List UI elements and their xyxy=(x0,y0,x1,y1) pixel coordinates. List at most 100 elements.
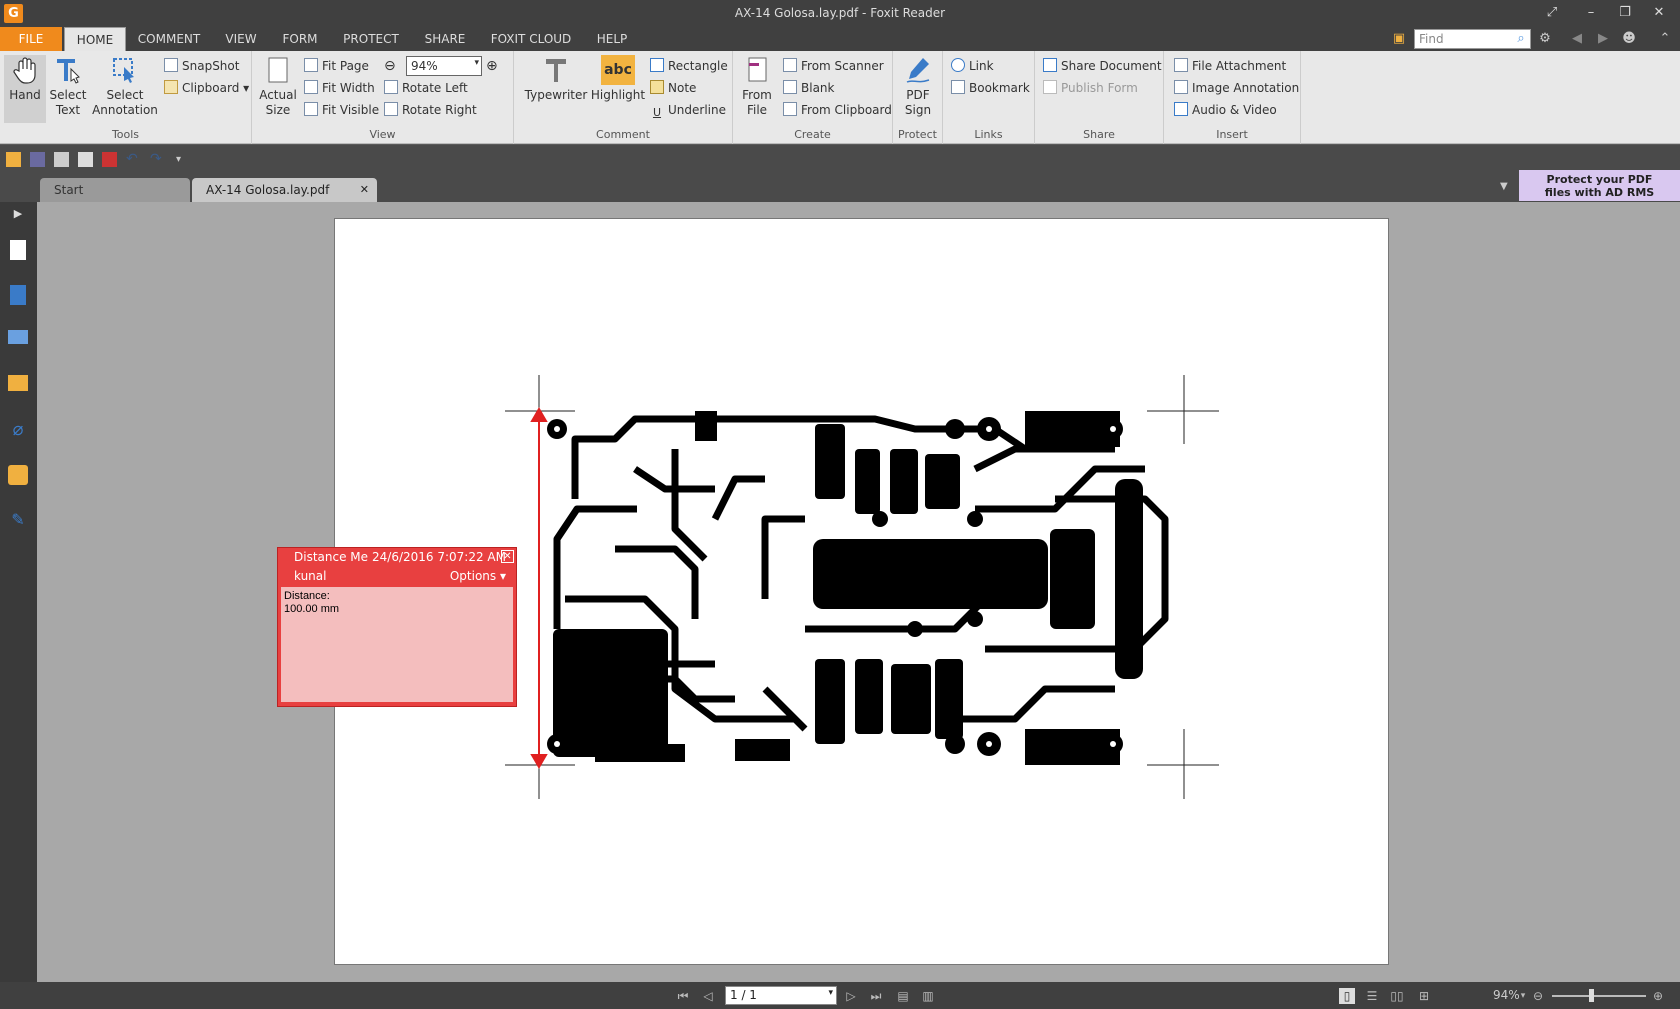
continuous-icon[interactable]: ☰ xyxy=(1364,988,1380,1004)
tab-help[interactable]: HELP xyxy=(591,27,633,51)
close-tab-icon[interactable]: ✕ xyxy=(360,178,369,202)
user-icon[interactable]: ☻ xyxy=(1620,30,1638,48)
rms-promo-banner[interactable]: Protect your PDF files with AD RMS xyxy=(1519,170,1680,201)
tab-share[interactable]: SHARE xyxy=(419,27,471,51)
last-page-icon[interactable]: ⏭ xyxy=(868,988,884,1004)
zoom-slider-handle[interactable] xyxy=(1589,989,1594,1002)
redo-icon[interactable]: ↷ xyxy=(150,152,165,167)
tab-view[interactable]: VIEW xyxy=(218,27,264,51)
lock-icon[interactable] xyxy=(8,465,28,485)
note-button[interactable]: Note xyxy=(650,79,696,97)
first-page-icon[interactable]: ⏮ xyxy=(675,988,691,1004)
rotate-left-button[interactable]: Rotate Left xyxy=(384,79,468,97)
note-options-menu[interactable]: Options ▾ xyxy=(450,569,506,583)
close-icon[interactable]: ✕ xyxy=(501,550,514,563)
tabs-dropdown-icon[interactable]: ▼ xyxy=(1500,181,1508,192)
bookmark-button[interactable]: Bookmark xyxy=(951,79,1030,97)
from-scanner-button[interactable]: From Scanner xyxy=(783,57,884,75)
view-group: Actual Size Fit Page Fit Width Fit Visibl… xyxy=(252,51,514,144)
rectangle-button[interactable]: Rectangle xyxy=(650,57,728,75)
file-attachment-button[interactable]: File Attachment xyxy=(1174,57,1286,75)
fit-page-button[interactable]: Fit Page xyxy=(304,57,369,75)
attachments-icon[interactable]: ⌀ xyxy=(8,420,28,440)
scan-icon[interactable] xyxy=(78,152,93,167)
file-tab[interactable]: FILE xyxy=(0,27,62,51)
audio-video-button[interactable]: Audio & Video xyxy=(1174,101,1277,119)
link-button[interactable]: Link xyxy=(951,57,994,75)
tab-comment[interactable]: COMMENT xyxy=(134,27,204,51)
from-file-button[interactable]: From File xyxy=(737,55,777,118)
zoom-out-icon[interactable]: ⊖ xyxy=(384,57,402,75)
signature-icon[interactable]: ✎ xyxy=(8,510,28,530)
snapshot-button[interactable]: SnapShot xyxy=(164,57,239,75)
fit-visible-icon xyxy=(304,102,318,116)
clipboard-button[interactable]: Clipboard ▾ xyxy=(164,79,249,97)
comments-icon[interactable] xyxy=(8,375,28,391)
image-annotation-button[interactable]: Image Annotation xyxy=(1174,79,1299,97)
continuous-facing-icon[interactable]: ⊞ xyxy=(1416,988,1432,1004)
rotate-right-button[interactable]: Rotate Right xyxy=(384,101,477,119)
pages-icon[interactable] xyxy=(10,285,26,305)
tab-start[interactable]: Start xyxy=(40,178,190,202)
expand-panel-icon[interactable]: ▶ xyxy=(8,207,28,227)
gear-icon[interactable]: ⚙ xyxy=(1536,30,1554,48)
page-thumbnails-icon[interactable] xyxy=(10,240,26,260)
tab-document[interactable]: AX-14 Golosa.lay.pdf ✕ xyxy=(192,178,377,202)
select-annotation-button[interactable]: Select Annotation xyxy=(92,55,158,118)
zoom-combo[interactable]: 94% ▾ xyxy=(406,56,482,76)
hand-button[interactable]: Hand xyxy=(4,55,46,123)
distance-measure-popup[interactable]: Distance Me 24/6/2016 7:07:22 AM ✕ kunal… xyxy=(277,547,517,707)
minimize-button[interactable]: – xyxy=(1580,3,1602,23)
customize-dropdown-icon[interactable]: ▾ xyxy=(176,152,191,167)
note-body[interactable]: Distance: 100.00 mm xyxy=(281,587,513,702)
zoom-out-icon[interactable]: ⊖ xyxy=(1530,988,1546,1004)
undo-icon[interactable]: ↶ xyxy=(126,152,141,167)
tab-protect[interactable]: PROTECT xyxy=(337,27,405,51)
highlight-icon: abc xyxy=(601,55,635,85)
zoom-in-icon[interactable]: ⊕ xyxy=(1650,988,1666,1004)
open-folder-icon[interactable] xyxy=(6,152,21,167)
zoom-slider[interactable] xyxy=(1552,995,1646,997)
forward-arrow-icon[interactable]: ▶ xyxy=(1594,30,1612,48)
bookmark-icon xyxy=(951,80,965,94)
tab-foxit-cloud[interactable]: FOXIT CLOUD xyxy=(485,27,577,51)
highlight-button[interactable]: abc Highlight xyxy=(590,55,646,103)
close-window-button[interactable]: ✕ xyxy=(1648,3,1670,23)
blank-button[interactable]: Blank xyxy=(783,79,834,97)
share-document-button[interactable]: Share Document xyxy=(1043,57,1162,75)
previous-view-icon[interactable]: ▤ xyxy=(895,988,911,1004)
zoom-dropdown-icon[interactable]: ▾ xyxy=(1515,988,1531,1004)
page-number-input[interactable]: 1 / 1 ▾ xyxy=(725,986,837,1005)
tab-form[interactable]: FORM xyxy=(277,27,323,51)
previous-page-icon[interactable]: ◁ xyxy=(700,988,716,1004)
pdf-sign-button[interactable]: PDF Sign xyxy=(897,55,939,118)
from-clipboard-button[interactable]: From Clipboard xyxy=(783,101,892,119)
from-file-icon xyxy=(748,57,767,82)
restore-button[interactable]: ❐ xyxy=(1614,3,1636,23)
single-page-icon[interactable]: ▯ xyxy=(1339,988,1355,1004)
actual-size-button[interactable]: Actual Size xyxy=(258,55,298,118)
save-icon[interactable] xyxy=(30,152,45,167)
folder-search-icon[interactable]: ▣ xyxy=(1390,30,1408,48)
fit-visible-button[interactable]: Fit Visible xyxy=(304,101,379,119)
pdf-icon[interactable] xyxy=(102,152,117,167)
fit-width-button[interactable]: Fit Width xyxy=(304,79,375,97)
zoom-in-icon[interactable]: ⊕ xyxy=(486,57,504,75)
print-icon[interactable] xyxy=(54,152,69,167)
tab-home[interactable]: HOME xyxy=(64,27,126,51)
back-arrow-icon[interactable]: ◀ xyxy=(1568,30,1586,48)
select-text-icon xyxy=(57,59,80,84)
actual-size-icon xyxy=(268,57,288,83)
facing-icon[interactable]: ▯▯ xyxy=(1389,988,1405,1004)
scanner-icon xyxy=(783,58,797,72)
select-text-button[interactable]: Select Text xyxy=(48,55,88,118)
layers-icon[interactable] xyxy=(8,330,28,344)
next-view-icon[interactable]: ▥ xyxy=(920,988,936,1004)
fullscreen-icon[interactable]: ⤢ xyxy=(1541,3,1563,23)
underline-button[interactable]: U Underline xyxy=(650,101,726,119)
search-icon[interactable]: ⌕ xyxy=(1512,30,1530,48)
publish-form-button[interactable]: Publish Form xyxy=(1043,79,1138,97)
next-page-icon[interactable]: ▷ xyxy=(843,988,859,1004)
typewriter-button[interactable]: Typewriter xyxy=(524,55,588,103)
collapse-ribbon-icon[interactable]: ⌃ xyxy=(1656,30,1674,48)
